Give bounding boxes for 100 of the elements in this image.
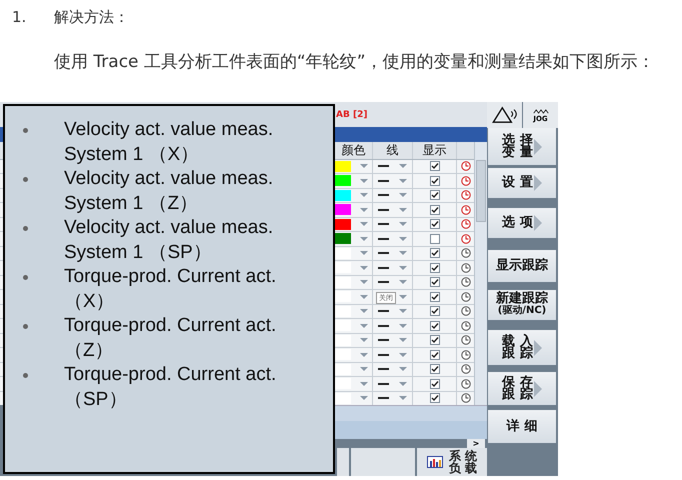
dropdown-caret-icon[interactable]	[360, 208, 368, 212]
dropdown-caret-icon[interactable]	[399, 382, 407, 386]
line-style-icon[interactable]	[378, 368, 389, 370]
dropdown-caret-icon[interactable]	[360, 352, 368, 357]
dropdown-caret-icon[interactable]	[360, 280, 368, 284]
checkbox[interactable]	[430, 306, 440, 316]
line-style-icon[interactable]	[378, 310, 389, 312]
dropdown-caret-icon[interactable]	[399, 309, 407, 314]
line-style-icon[interactable]	[378, 238, 389, 240]
line-style-icon[interactable]	[378, 324, 389, 327]
checkbox[interactable]	[430, 248, 440, 258]
softkey-button[interactable]: 选 择 变 量	[488, 128, 556, 165]
color-swatch[interactable]	[335, 320, 351, 332]
clock-icon[interactable]	[460, 320, 470, 331]
dropdown-caret-icon[interactable]	[360, 309, 368, 314]
checkbox[interactable]	[430, 378, 440, 389]
softkey-button[interactable]: 显示跟踪	[488, 250, 556, 282]
clock-icon[interactable]	[460, 350, 470, 360]
line-style-icon[interactable]	[378, 354, 389, 356]
color-swatch[interactable]	[335, 175, 351, 186]
color-swatch[interactable]	[335, 349, 351, 360]
checkbox[interactable]	[430, 262, 440, 273]
line-style-icon[interactable]	[378, 266, 389, 269]
dropdown-caret-icon[interactable]	[399, 294, 407, 299]
dropdown-caret-icon[interactable]	[360, 396, 368, 400]
softkey-button[interactable]: 设 置	[488, 168, 556, 198]
clock-icon[interactable]	[460, 378, 470, 389]
dropdown-caret-icon[interactable]	[360, 324, 368, 328]
color-swatch[interactable]	[335, 218, 351, 230]
checkbox[interactable]	[430, 292, 440, 302]
color-swatch[interactable]	[335, 334, 351, 346]
dropdown-caret-icon[interactable]	[399, 193, 407, 198]
line-style-icon[interactable]	[378, 382, 389, 385]
color-swatch[interactable]	[335, 364, 351, 375]
dropdown-caret-icon[interactable]	[360, 294, 368, 299]
line-style-icon[interactable]	[378, 223, 389, 226]
color-swatch[interactable]	[335, 160, 351, 172]
dropdown-caret-icon[interactable]	[360, 164, 368, 168]
clock-icon[interactable]	[460, 176, 470, 186]
dropdown-caret-icon[interactable]	[360, 193, 368, 198]
line-style-icon[interactable]	[378, 208, 389, 211]
color-swatch[interactable]	[335, 306, 351, 317]
clock-icon[interactable]	[460, 292, 470, 302]
softkey-button[interactable]: 详 细	[488, 410, 556, 443]
checkbox[interactable]	[430, 219, 440, 230]
clock-icon[interactable]	[460, 248, 470, 258]
dropdown-caret-icon[interactable]	[360, 222, 368, 226]
clock-icon[interactable]	[460, 393, 470, 404]
clock-icon[interactable]	[460, 234, 470, 244]
checkbox[interactable]	[430, 364, 440, 374]
color-swatch[interactable]	[335, 262, 351, 274]
checkbox[interactable]	[430, 335, 440, 346]
clock-icon[interactable]	[460, 190, 470, 200]
color-swatch[interactable]	[335, 291, 351, 302]
color-swatch[interactable]	[335, 248, 351, 259]
dropdown-caret-icon[interactable]	[360, 367, 368, 372]
dropdown-caret-icon[interactable]	[360, 236, 368, 241]
line-style-icon[interactable]	[378, 252, 389, 254]
scroll-right-button[interactable]: >	[467, 439, 485, 448]
checkbox[interactable]	[430, 176, 440, 186]
line-style-icon[interactable]	[378, 339, 389, 342]
color-swatch[interactable]	[335, 233, 351, 244]
dropdown-caret-icon[interactable]	[399, 236, 407, 241]
softkey-button[interactable]: 载 入 跟 踪	[488, 330, 556, 365]
dropdown-caret-icon[interactable]	[399, 222, 407, 226]
checkbox[interactable]	[430, 277, 440, 288]
color-swatch[interactable]	[335, 204, 351, 216]
dropdown-caret-icon[interactable]	[399, 338, 407, 342]
line-style-icon[interactable]	[378, 194, 389, 196]
checkbox[interactable]	[430, 350, 440, 360]
dropdown-caret-icon[interactable]	[360, 251, 368, 256]
dropdown-caret-icon[interactable]	[399, 324, 407, 328]
clock-icon[interactable]	[460, 306, 470, 316]
softkey-button[interactable]: 选 项	[488, 208, 556, 238]
softkey-button[interactable]: 新建跟踪 (驱动/NC)	[488, 290, 556, 320]
line-style-icon[interactable]	[378, 397, 389, 400]
alarm-button[interactable]	[487, 102, 522, 128]
checkbox[interactable]	[430, 393, 440, 404]
dropdown-caret-icon[interactable]	[360, 178, 368, 183]
clock-icon[interactable]	[460, 277, 470, 288]
dropdown-caret-icon[interactable]	[399, 352, 407, 357]
checkbox[interactable]	[430, 234, 440, 244]
dropdown-caret-icon[interactable]	[399, 208, 407, 212]
color-swatch[interactable]	[335, 392, 351, 404]
dropdown-caret-icon[interactable]	[399, 266, 407, 270]
color-swatch[interactable]	[335, 276, 351, 288]
dropdown-caret-icon[interactable]	[399, 178, 407, 183]
clock-icon[interactable]	[460, 204, 470, 215]
checkbox[interactable]	[430, 190, 440, 200]
color-swatch[interactable]	[335, 190, 351, 201]
clock-icon[interactable]	[460, 364, 470, 374]
clock-icon[interactable]	[460, 219, 470, 230]
line-style-icon[interactable]	[378, 281, 389, 284]
checkbox[interactable]	[430, 161, 440, 172]
line-style-icon[interactable]	[378, 180, 389, 182]
dropdown-caret-icon[interactable]	[399, 251, 407, 256]
color-swatch[interactable]	[335, 378, 351, 390]
dropdown-caret-icon[interactable]	[399, 280, 407, 284]
clock-icon[interactable]	[460, 262, 470, 273]
dropdown-caret-icon[interactable]	[360, 338, 368, 342]
